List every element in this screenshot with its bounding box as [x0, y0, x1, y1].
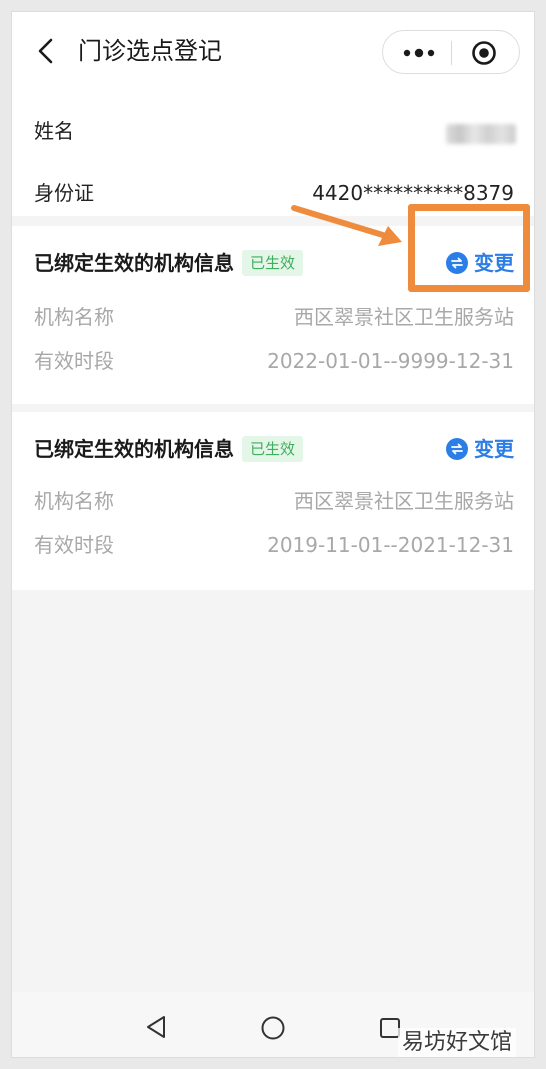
change-button[interactable]: 变更: [446, 432, 514, 466]
redacted-name: [446, 124, 516, 144]
chevron-left-icon[interactable]: [32, 36, 62, 66]
org-name-value: 西区翠景社区卫生服务站: [294, 305, 514, 329]
annotation-highlight-box: [408, 204, 530, 292]
org-name-value: 西区翠景社区卫生服务站: [294, 489, 514, 513]
nav-home-circle-icon[interactable]: [260, 1015, 286, 1041]
org-name-label: 机构名称: [34, 489, 114, 513]
name-label: 姓名: [34, 119, 74, 143]
mini-program-capsule: [382, 30, 520, 74]
status-badge: 已生效: [242, 250, 304, 276]
target-icon[interactable]: [471, 40, 497, 66]
period-label: 有效时段: [34, 533, 114, 557]
personal-info-card: 姓名 身份证 4420**********8379: [12, 92, 534, 216]
watermark-text: 易坊好文馆: [398, 1028, 517, 1057]
org-card-title: 已绑定生效的机构信息: [34, 437, 234, 461]
more-dots-icon[interactable]: [401, 43, 437, 63]
phone-screen: 门诊选点登记 姓名 身份证 4420**********8379 已绑定生效的机: [12, 12, 534, 1057]
top-bar: 门诊选点登记: [12, 12, 534, 92]
page-title: 门诊选点登记: [78, 37, 222, 65]
period-label: 有效时段: [34, 349, 114, 373]
swap-icon: [446, 438, 468, 460]
org-card-title: 已绑定生效的机构信息: [34, 251, 234, 275]
change-label: 变更: [474, 437, 514, 461]
status-badge: 已生效: [242, 436, 304, 462]
org-card: 已绑定生效的机构信息 已生效 变更 机构名称 西区翠景社区卫生服务站 有效时段 …: [12, 412, 534, 590]
annotation-arrow-icon: [291, 205, 402, 246]
id-label: 身份证: [34, 181, 94, 205]
period-value: 2022-01-01--9999-12-31: [267, 349, 514, 373]
period-value: 2019-11-01--2021-12-31: [267, 533, 514, 557]
capsule-divider: [451, 41, 452, 65]
name-row: 姓名: [12, 106, 534, 156]
org-name-label: 机构名称: [34, 305, 114, 329]
nav-back-triangle-icon[interactable]: [144, 1014, 168, 1040]
